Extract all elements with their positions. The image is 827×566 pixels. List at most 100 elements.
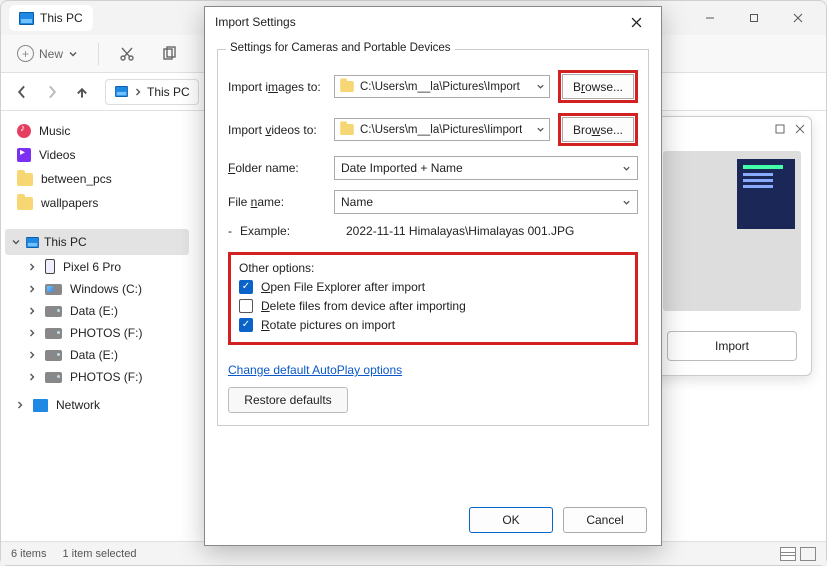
- breadcrumb[interactable]: This PC: [105, 79, 199, 105]
- close-button[interactable]: [776, 3, 820, 33]
- sidebar-label: This PC: [44, 235, 87, 249]
- sidebar: Music Videos between_pcs wallpapers This…: [1, 111, 193, 541]
- file-name-combo[interactable]: Name: [334, 190, 638, 214]
- restore-defaults-button[interactable]: Restore defaults: [228, 387, 348, 413]
- group-legend: Settings for Cameras and Portable Device…: [226, 42, 455, 54]
- chevron-down-icon: [536, 82, 545, 91]
- folder-name-combo[interactable]: Date Imported + Name: [334, 156, 638, 180]
- chevron-right-icon: [27, 350, 37, 360]
- sidebar-label: Data (E:): [70, 304, 118, 318]
- example-row: - Example: 2022-11-11 Himalayas\Himalaya…: [228, 224, 638, 238]
- browse-images-button[interactable]: Browse...: [562, 74, 634, 99]
- this-pc-icon: [26, 236, 39, 247]
- maximize-button[interactable]: [732, 3, 776, 33]
- option-label: Delete files from device after importing: [261, 299, 466, 313]
- ok-button[interactable]: OK: [469, 507, 553, 533]
- example-label: Example:: [240, 224, 338, 238]
- view-details-button[interactable]: [780, 547, 796, 561]
- cut-button[interactable]: [113, 42, 141, 66]
- sidebar-label: PHOTOS (F:): [70, 326, 142, 340]
- other-options-group: Other options: Open File Explorer after …: [228, 252, 638, 345]
- phone-icon: [45, 259, 55, 274]
- checkbox-icon: [239, 318, 253, 332]
- sidebar-item-data-e-2[interactable]: Data (E:): [5, 344, 189, 366]
- window-title: This PC: [40, 11, 83, 25]
- dialog-titlebar: Import Settings: [205, 7, 661, 37]
- sidebar-item-videos[interactable]: Videos: [5, 143, 189, 167]
- title-tab[interactable]: This PC: [9, 5, 93, 31]
- view-toggles: [780, 547, 816, 561]
- sidebar-label: Data (E:): [70, 348, 118, 362]
- checkbox-icon: [239, 280, 253, 294]
- this-pc-icon: [115, 86, 128, 97]
- network-icon: [33, 399, 48, 412]
- sidebar-item-photos-f[interactable]: PHOTOS (F:): [5, 322, 189, 344]
- folder-icon: [340, 81, 354, 92]
- chevron-right-icon: [27, 328, 37, 338]
- chevron-down-icon: [536, 125, 545, 134]
- scissors-icon: [119, 46, 135, 62]
- chevron-right-icon: [27, 372, 37, 382]
- disk-icon: [45, 306, 62, 317]
- sidebar-item-pixel[interactable]: Pixel 6 Pro: [5, 255, 189, 278]
- import-videos-label: Import videos to:: [228, 123, 326, 137]
- browse-videos-button[interactable]: Browse...: [562, 117, 634, 142]
- close-icon[interactable]: [795, 124, 805, 134]
- option-open-after[interactable]: Open File Explorer after import: [239, 280, 627, 294]
- chevron-down-icon: [68, 49, 78, 59]
- chevron-right-icon: [133, 87, 143, 97]
- option-delete-after[interactable]: Delete files from device after importing: [239, 299, 627, 313]
- chevron-right-icon: [15, 400, 25, 410]
- dialog-close-button[interactable]: [621, 10, 651, 34]
- up-button[interactable]: [69, 79, 95, 105]
- close-icon: [631, 17, 642, 28]
- sidebar-item-windows-c[interactable]: Windows (C:): [5, 278, 189, 300]
- import-images-row: Import images to: C:\Users\m__la\Picture…: [228, 70, 638, 103]
- combo-value: Date Imported + Name: [341, 161, 463, 175]
- back-button[interactable]: [9, 79, 35, 105]
- maximize-icon[interactable]: [775, 124, 785, 134]
- import-videos-path[interactable]: C:\Users\m__la\Pictures\Iimport: [334, 118, 550, 141]
- disk-icon: [45, 372, 62, 383]
- chevron-right-icon: [27, 306, 37, 316]
- minimize-button[interactable]: [688, 3, 732, 33]
- background-import-panel: Import: [652, 116, 812, 376]
- ok-label: OK: [502, 513, 519, 527]
- sidebar-item-photos-f-2[interactable]: PHOTOS (F:): [5, 366, 189, 388]
- import-videos-row: Import videos to: C:\Users\m__la\Picture…: [228, 113, 638, 146]
- sidebar-item-data-e[interactable]: Data (E:): [5, 300, 189, 322]
- sidebar-label: Network: [56, 398, 100, 412]
- import-images-label: Import images to:: [228, 80, 326, 94]
- example-value: 2022-11-11 Himalayas\Himalayas 001.JPG: [346, 224, 638, 238]
- separator: [98, 43, 99, 65]
- forward-button[interactable]: [39, 79, 65, 105]
- import-button[interactable]: Import: [667, 331, 797, 361]
- import-images-path[interactable]: C:\Users\m__la\Pictures\Import: [334, 75, 550, 98]
- plus-icon: +: [17, 45, 34, 62]
- path-text: C:\Users\m__la\Pictures\Import: [360, 81, 520, 93]
- folder-icon: [17, 173, 33, 186]
- sidebar-item-music[interactable]: Music: [5, 119, 189, 143]
- sidebar-item-this-pc[interactable]: This PC: [5, 229, 189, 255]
- dialog-footer: OK Cancel: [205, 495, 661, 545]
- highlight-box: Browse...: [558, 70, 638, 103]
- sidebar-item-between-pcs[interactable]: between_pcs: [5, 167, 189, 191]
- sidebar-label: between_pcs: [41, 172, 112, 186]
- cancel-button[interactable]: Cancel: [563, 507, 647, 533]
- path-text: C:\Users\m__la\Pictures\Iimport: [360, 124, 522, 136]
- view-icons-button[interactable]: [800, 547, 816, 561]
- chevron-down-icon: [622, 164, 631, 173]
- sidebar-label: Windows (C:): [70, 282, 142, 296]
- sidebar-item-network[interactable]: Network: [5, 394, 189, 416]
- option-rotate[interactable]: Rotate pictures on import: [239, 318, 627, 332]
- chevron-right-icon: [27, 262, 37, 272]
- new-button[interactable]: + New: [11, 41, 84, 66]
- new-label: New: [39, 47, 63, 61]
- chevron-down-icon: [622, 198, 631, 207]
- folder-name-label: Folder name:: [228, 161, 326, 175]
- import-thumbnail: [663, 151, 801, 311]
- autoplay-link[interactable]: Change default AutoPlay options: [228, 363, 402, 377]
- sidebar-label: wallpapers: [41, 196, 98, 210]
- copy-button[interactable]: [155, 42, 183, 66]
- sidebar-item-wallpapers[interactable]: wallpapers: [5, 191, 189, 215]
